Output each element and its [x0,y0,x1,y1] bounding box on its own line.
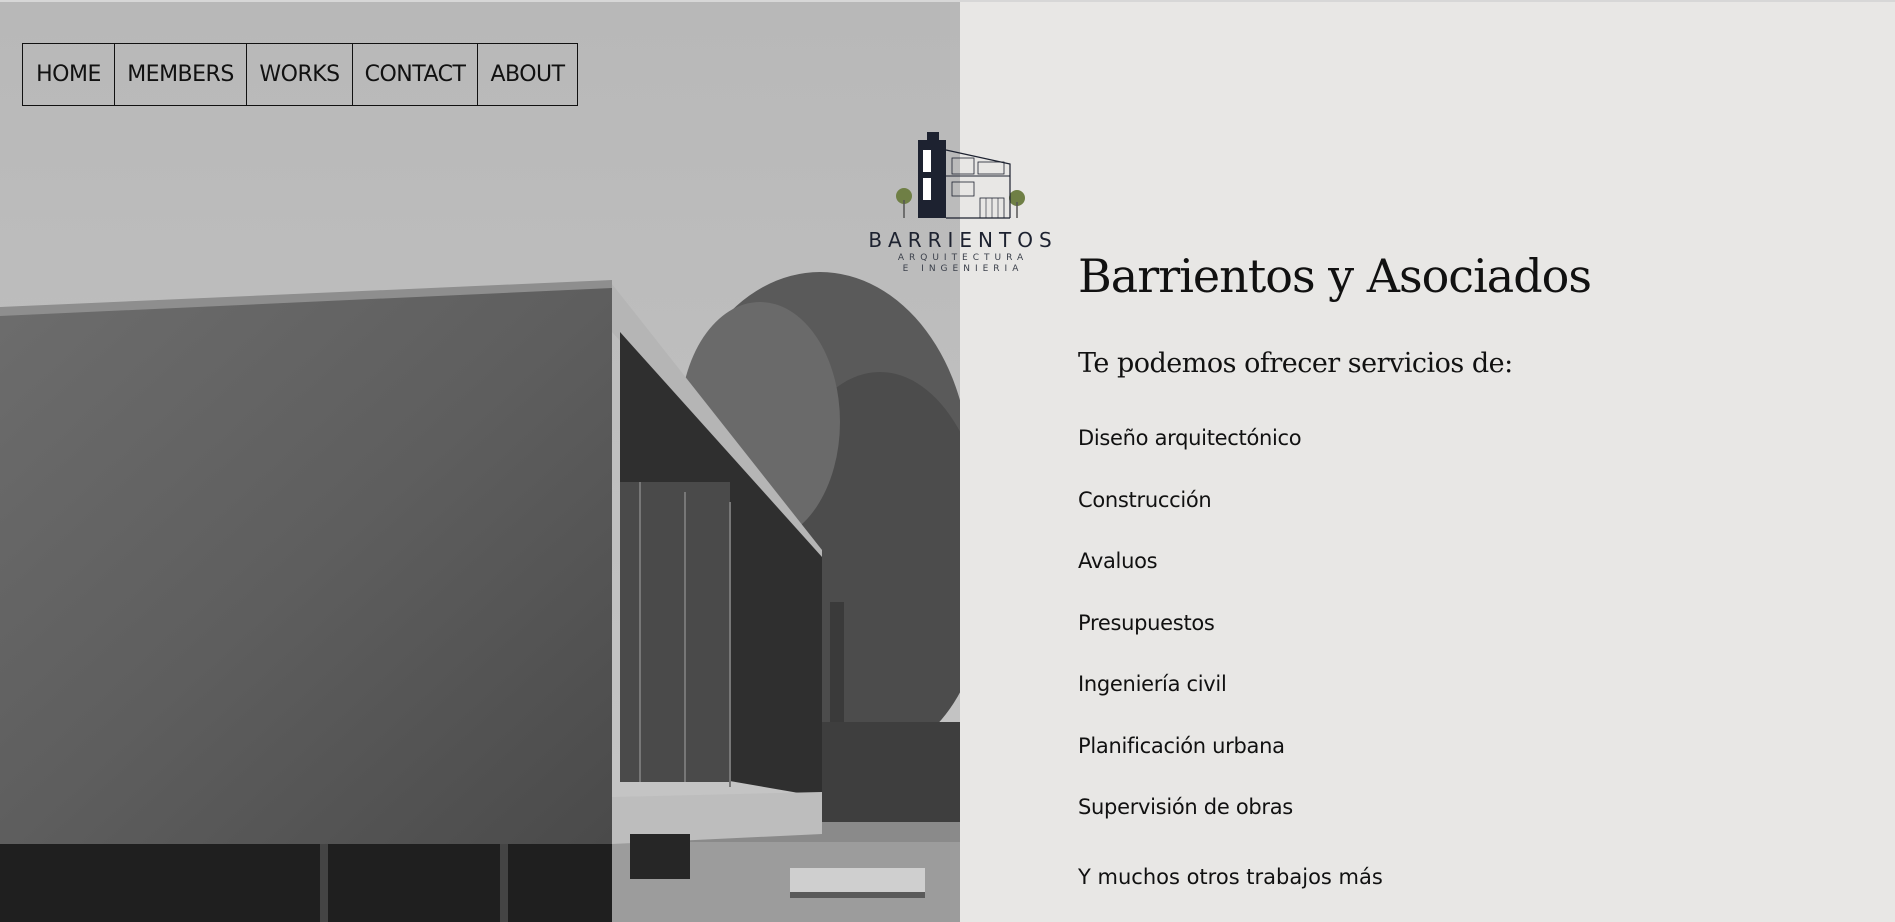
service-item: Diseño arquitectónico [1078,426,1302,450]
service-item: Ingeniería civil [1078,672,1227,696]
building-photo-illustration [0,2,960,922]
services-list: Diseño arquitectónico Construcción Avalu… [1078,420,1858,851]
services-intro: Te podemos ofrecer servicios de: [1078,348,1513,379]
nav-about-link[interactable]: ABOUT [478,44,577,105]
logo-tagline-line-2: E INGENIERIA [902,264,1024,274]
logo-wordmark: BARRIENTOS [868,228,1058,252]
service-item: Supervisión de obras [1078,795,1293,819]
logo-tagline-line-1: ARQUITECTURA [897,253,1029,263]
service-item: Planificación urbana [1078,733,1285,758]
service-item: Avaluos [1078,549,1158,573]
service-item: Presupuestos [1078,610,1215,635]
nav-contact-link[interactable]: CONTACT [353,44,478,105]
service-item: Construcción [1078,487,1212,512]
services-section: Barrientos y Asociados Te podemos ofrece… [1078,244,1858,895]
hero-photo [0,2,960,922]
main-navigation: HOME MEMBERS WORKS CONTACT ABOUT [22,43,578,106]
nav-works-link[interactable]: WORKS [247,44,353,105]
page-title: Barrientos y Asociados [1078,249,1592,303]
nav-home-link[interactable]: HOME [23,44,115,105]
company-logo: BARRIENTOS ARQUITECTURA E INGENIERIA [858,128,1068,278]
page: HOME MEMBERS WORKS CONTACT ABOUT BARRIEN… [0,0,1895,922]
logo-building-icon [896,132,1025,219]
more-services-text: Y muchos otros trabajos más [1078,864,1383,889]
nav-members-link[interactable]: MEMBERS [115,44,247,105]
